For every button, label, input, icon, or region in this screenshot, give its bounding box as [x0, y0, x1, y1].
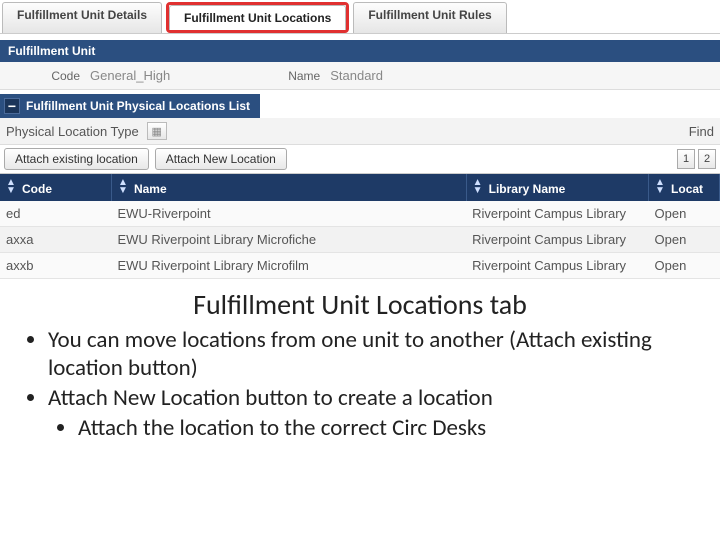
attach-existing-button[interactable]: Attach existing location	[4, 148, 149, 170]
notes-heading: Fulfillment Unit Locations tab	[20, 287, 700, 322]
section-locations-list: − Fulfillment Unit Physical Locations Li…	[0, 94, 260, 118]
col-code[interactable]: ▲▼Code	[0, 174, 111, 201]
cell-name: EWU Riverpoint Library Microfiche	[111, 227, 466, 253]
cell-library: Riverpoint Campus Library	[466, 201, 648, 227]
action-row: Attach existing location Attach New Loca…	[0, 145, 720, 174]
notes-bullet: You can move locations from one unit to …	[48, 326, 700, 382]
cell-location: Open	[649, 227, 720, 253]
cell-name: EWU-Riverpoint	[111, 201, 466, 227]
attach-new-button[interactable]: Attach New Location	[155, 148, 287, 170]
table-row[interactable]: axxa EWU Riverpoint Library Microfiche R…	[0, 227, 720, 253]
name-label: Name	[250, 69, 320, 83]
notes-bullet: Attach New Location button to create a l…	[48, 384, 700, 442]
cell-location: Open	[649, 253, 720, 279]
section-locations-title: Fulfillment Unit Physical Locations List	[26, 99, 250, 113]
notes-subbullet: Attach the location to the correct Circ …	[78, 414, 700, 442]
sort-icon: ▲▼	[118, 179, 130, 195]
col-library[interactable]: ▲▼Library Name	[466, 174, 648, 201]
divider	[0, 33, 720, 34]
slide-notes: Fulfillment Unit Locations tab You can m…	[0, 279, 720, 464]
tab-rules[interactable]: Fulfillment Unit Rules	[353, 2, 506, 33]
filter-type-picker[interactable]: ▦	[147, 122, 167, 140]
section-fulfillment-unit: Fulfillment Unit	[0, 40, 720, 62]
pager: 1 2	[677, 149, 716, 169]
table-row[interactable]: axxb EWU Riverpoint Library Microfilm Ri…	[0, 253, 720, 279]
cell-code: axxa	[0, 227, 111, 253]
tab-locations-highlight: Fulfillment Unit Locations	[166, 2, 349, 33]
page-2[interactable]: 2	[698, 149, 716, 169]
cell-code: ed	[0, 201, 111, 227]
name-value: Standard	[330, 68, 383, 83]
cell-code: axxb	[0, 253, 111, 279]
filter-type-label: Physical Location Type	[6, 124, 139, 139]
cell-name: EWU Riverpoint Library Microfilm	[111, 253, 466, 279]
collapse-icon[interactable]: −	[4, 98, 20, 114]
find-label: Find	[689, 124, 714, 139]
code-value: General_High	[90, 68, 170, 83]
page-1[interactable]: 1	[677, 149, 695, 169]
col-name[interactable]: ▲▼Name	[111, 174, 466, 201]
grid-icon: ▦	[152, 125, 162, 138]
filter-row: Physical Location Type ▦ Find	[0, 118, 720, 145]
cell-library: Riverpoint Campus Library	[466, 227, 648, 253]
sort-icon: ▲▼	[473, 179, 485, 195]
tab-details[interactable]: Fulfillment Unit Details	[2, 2, 162, 33]
sort-icon: ▲▼	[6, 179, 18, 195]
cell-location: Open	[649, 201, 720, 227]
tab-bar: Fulfillment Unit Details Fulfillment Uni…	[0, 0, 720, 33]
code-label: Code	[10, 69, 80, 83]
unit-form-row: Code General_High Name Standard	[0, 62, 720, 90]
sort-icon: ▲▼	[655, 179, 667, 195]
locations-table: ▲▼Code ▲▼Name ▲▼Library Name ▲▼Locat ed …	[0, 174, 720, 279]
table-row[interactable]: ed EWU-Riverpoint Riverpoint Campus Libr…	[0, 201, 720, 227]
tab-locations[interactable]: Fulfillment Unit Locations	[169, 5, 346, 30]
cell-library: Riverpoint Campus Library	[466, 253, 648, 279]
col-location[interactable]: ▲▼Locat	[649, 174, 720, 201]
